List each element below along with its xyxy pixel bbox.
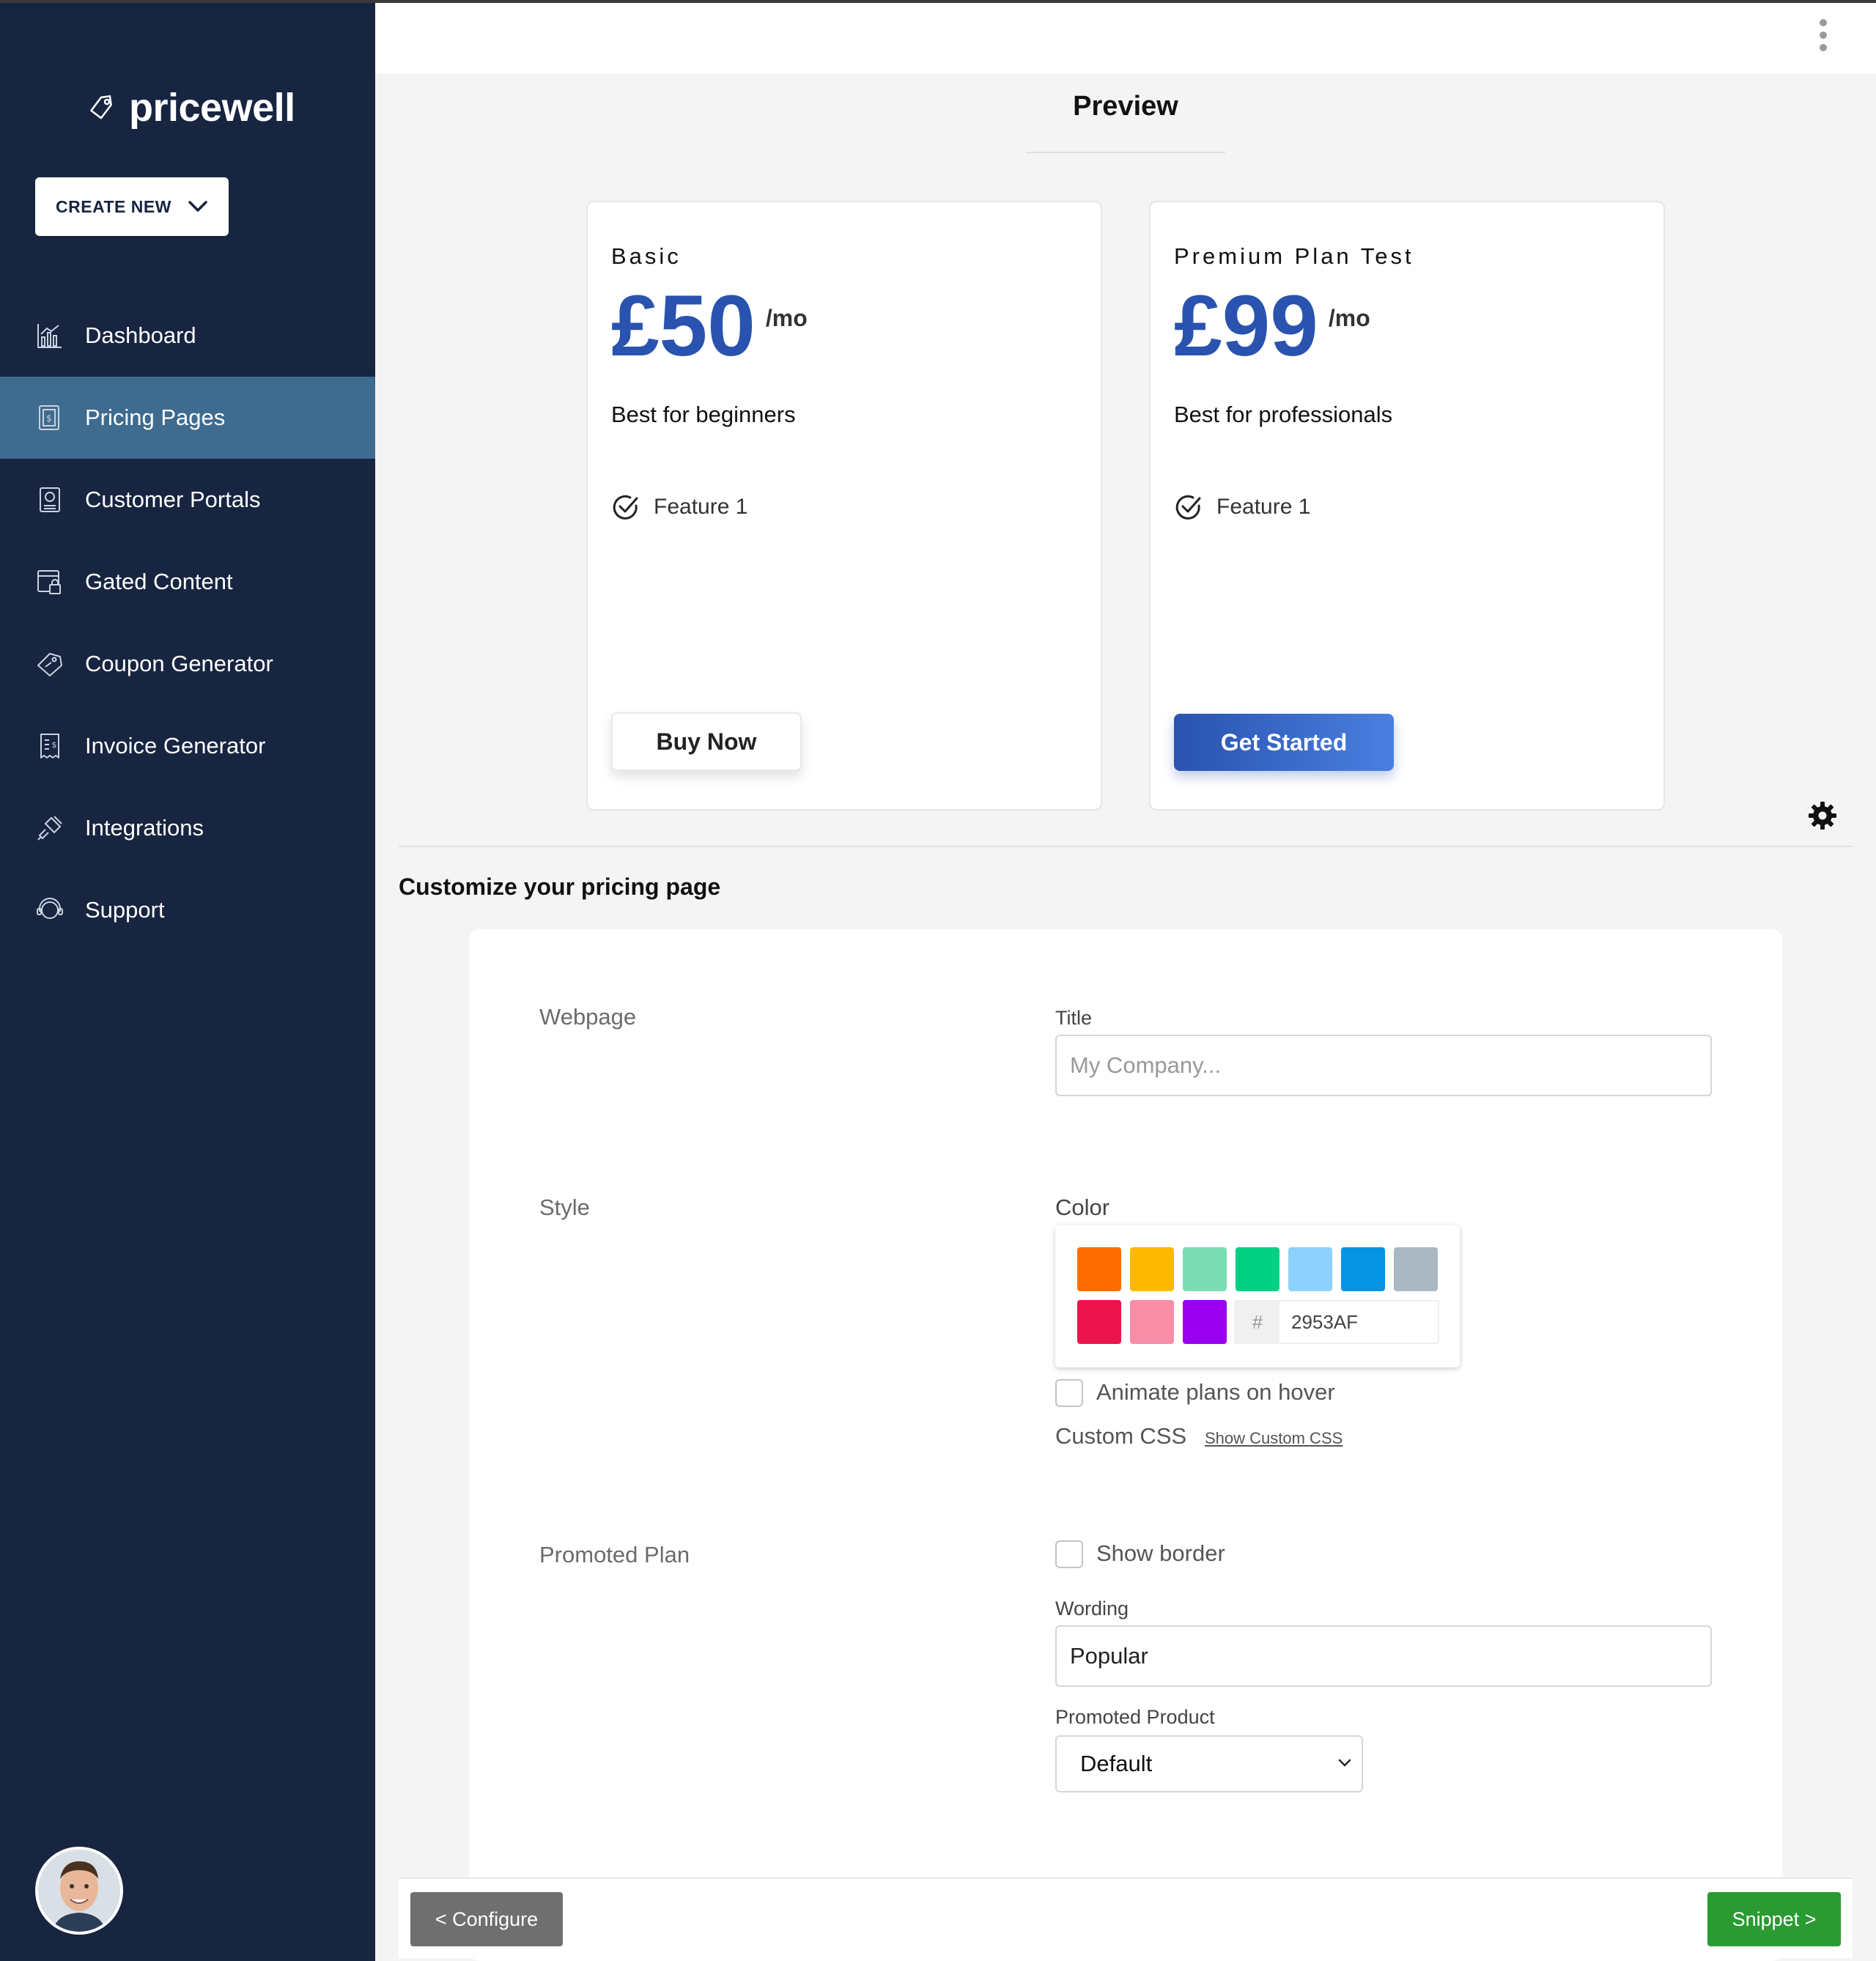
lock-page-icon: [37, 570, 61, 594]
sidebar-item-coupon-generator[interactable]: Coupon Generator: [0, 623, 375, 705]
sidebar-item-label: Integrations: [85, 815, 204, 841]
sidebar-item-label: Invoice Generator: [85, 733, 266, 758]
check-circle-icon: [613, 495, 638, 520]
plan-feature: Feature 1: [1174, 492, 1310, 522]
color-swatch-blue[interactable]: [1341, 1247, 1385, 1291]
pricing-card-basic: Basic £50 /mo Best for beginners Feature…: [586, 201, 1102, 810]
animate-hover-checkbox[interactable]: [1055, 1379, 1083, 1407]
chart-icon: [37, 324, 62, 348]
pricing-card-premium: Premium Plan Test £99 /mo Best for profe…: [1149, 201, 1665, 810]
color-swatch-red[interactable]: [1077, 1300, 1121, 1344]
style-section-label: Style: [539, 1194, 590, 1220]
price-tag-icon: [90, 95, 112, 119]
portal-icon: [40, 487, 60, 512]
promoted-product-label: Promoted Product: [1055, 1706, 1215, 1728]
brand-name: pricewell: [129, 86, 295, 130]
sidebar-item-support[interactable]: Support: [0, 869, 375, 951]
title-input[interactable]: [1055, 1035, 1712, 1096]
promoted-plan-section-label: Promoted Plan: [539, 1542, 690, 1567]
check-circle-icon: [1175, 495, 1201, 520]
sidebar-item-label: Gated Content: [85, 569, 233, 594]
top-bar: [375, 0, 1876, 73]
plan-name: Basic: [611, 243, 682, 269]
snippet-button[interactable]: Snippet >: [1707, 1892, 1841, 1946]
sidebar-nav: Dashboard $ Pricing Pages Customer Porta…: [0, 295, 375, 951]
title-field-label: Title: [1055, 1007, 1093, 1029]
plan-feature: Feature 1: [611, 492, 747, 522]
chevron-down-icon: [1338, 1759, 1351, 1767]
svg-text:$: $: [46, 413, 52, 424]
more-options-icon[interactable]: [1814, 19, 1832, 51]
create-new-button[interactable]: CREATE NEW: [35, 177, 229, 236]
show-border-checkbox[interactable]: [1055, 1540, 1083, 1568]
get-started-button[interactable]: Get Started: [1174, 714, 1394, 771]
preview-title: Preview: [1026, 91, 1225, 153]
color-swatch-gray[interactable]: [1394, 1247, 1438, 1291]
plan-price: £50: [611, 278, 756, 374]
color-swatch-green[interactable]: [1236, 1247, 1279, 1291]
sidebar-item-label: Pricing Pages: [85, 405, 226, 430]
select-value: Default: [1080, 1751, 1153, 1776]
wording-field-label: Wording: [1055, 1598, 1129, 1620]
color-swatch-orange[interactable]: [1077, 1247, 1121, 1291]
webpage-section-label: Webpage: [539, 1004, 637, 1030]
section-divider: [399, 846, 1853, 847]
plan-price: £99: [1174, 278, 1318, 374]
plug-icon: [37, 816, 62, 841]
hash-prefix: #: [1236, 1301, 1279, 1343]
price-row: £99 /mo: [1174, 283, 1370, 369]
invoice-icon: $: [40, 734, 59, 758]
sidebar-item-label: Dashboard: [85, 322, 196, 348]
footer-bar: < Configure Snippet >: [399, 1877, 1853, 1958]
buy-now-button[interactable]: Buy Now: [611, 712, 802, 771]
plan-name: Premium Plan Test: [1174, 243, 1414, 269]
hex-color-input[interactable]: [1279, 1310, 1426, 1334]
sidebar: pricewell CREATE NEW Dashboard $ Pricing…: [0, 0, 375, 1961]
color-field-label: Color: [1055, 1194, 1110, 1220]
configure-button[interactable]: < Configure: [410, 1892, 563, 1946]
create-new-label: CREATE NEW: [56, 196, 171, 216]
brand-logo[interactable]: pricewell: [86, 85, 295, 130]
color-swatch-mint[interactable]: [1183, 1247, 1227, 1291]
price-row: £50 /mo: [611, 283, 808, 369]
svg-text:$: $: [52, 740, 57, 750]
plan-period: /mo: [1328, 305, 1370, 331]
wording-input[interactable]: [1055, 1625, 1712, 1687]
customize-title: Customize your pricing page: [399, 874, 721, 900]
sidebar-item-gated-content[interactable]: Gated Content: [0, 541, 375, 623]
avatar[interactable]: [35, 1847, 123, 1935]
sidebar-item-invoice-generator[interactable]: $ Invoice Generator: [0, 705, 375, 787]
sidebar-item-integrations[interactable]: Integrations: [0, 787, 375, 869]
feature-label: Feature 1: [654, 495, 748, 519]
custom-css-label: Custom CSS: [1055, 1423, 1187, 1449]
coupon-icon: [37, 653, 62, 676]
color-picker: #: [1055, 1225, 1460, 1367]
price-list-icon: $: [39, 405, 59, 430]
plan-description: Best for professionals: [1174, 402, 1393, 427]
sidebar-item-label: Customer Portals: [85, 487, 261, 512]
plan-description: Best for beginners: [611, 402, 796, 427]
user-photo-icon: [38, 1850, 120, 1932]
show-border-label: Show border: [1096, 1540, 1225, 1566]
color-swatch-purple[interactable]: [1183, 1300, 1227, 1344]
sidebar-item-label: Coupon Generator: [85, 651, 273, 676]
sidebar-item-label: Support: [85, 897, 165, 923]
animate-hover-label: Animate plans on hover: [1096, 1379, 1335, 1405]
show-custom-css-link[interactable]: Show Custom CSS: [1205, 1429, 1343, 1448]
color-swatch-pink[interactable]: [1130, 1300, 1174, 1344]
headset-icon: [37, 898, 63, 919]
sidebar-item-customer-portals[interactable]: Customer Portals: [0, 459, 375, 541]
color-swatch-amber[interactable]: [1130, 1247, 1174, 1291]
color-swatch-light-blue[interactable]: [1288, 1247, 1332, 1291]
sidebar-item-dashboard[interactable]: Dashboard: [0, 295, 375, 377]
promoted-product-select[interactable]: Default: [1055, 1735, 1363, 1792]
gear-icon[interactable]: [1807, 800, 1838, 831]
chevron-down-icon: [188, 201, 207, 212]
feature-label: Feature 1: [1216, 495, 1311, 519]
sidebar-item-pricing-pages[interactable]: $ Pricing Pages: [0, 377, 375, 459]
hex-field: #: [1234, 1300, 1439, 1344]
plan-period: /mo: [765, 305, 808, 331]
customize-panel: Webpage Title Style Color # Animate plan…: [469, 929, 1782, 1961]
